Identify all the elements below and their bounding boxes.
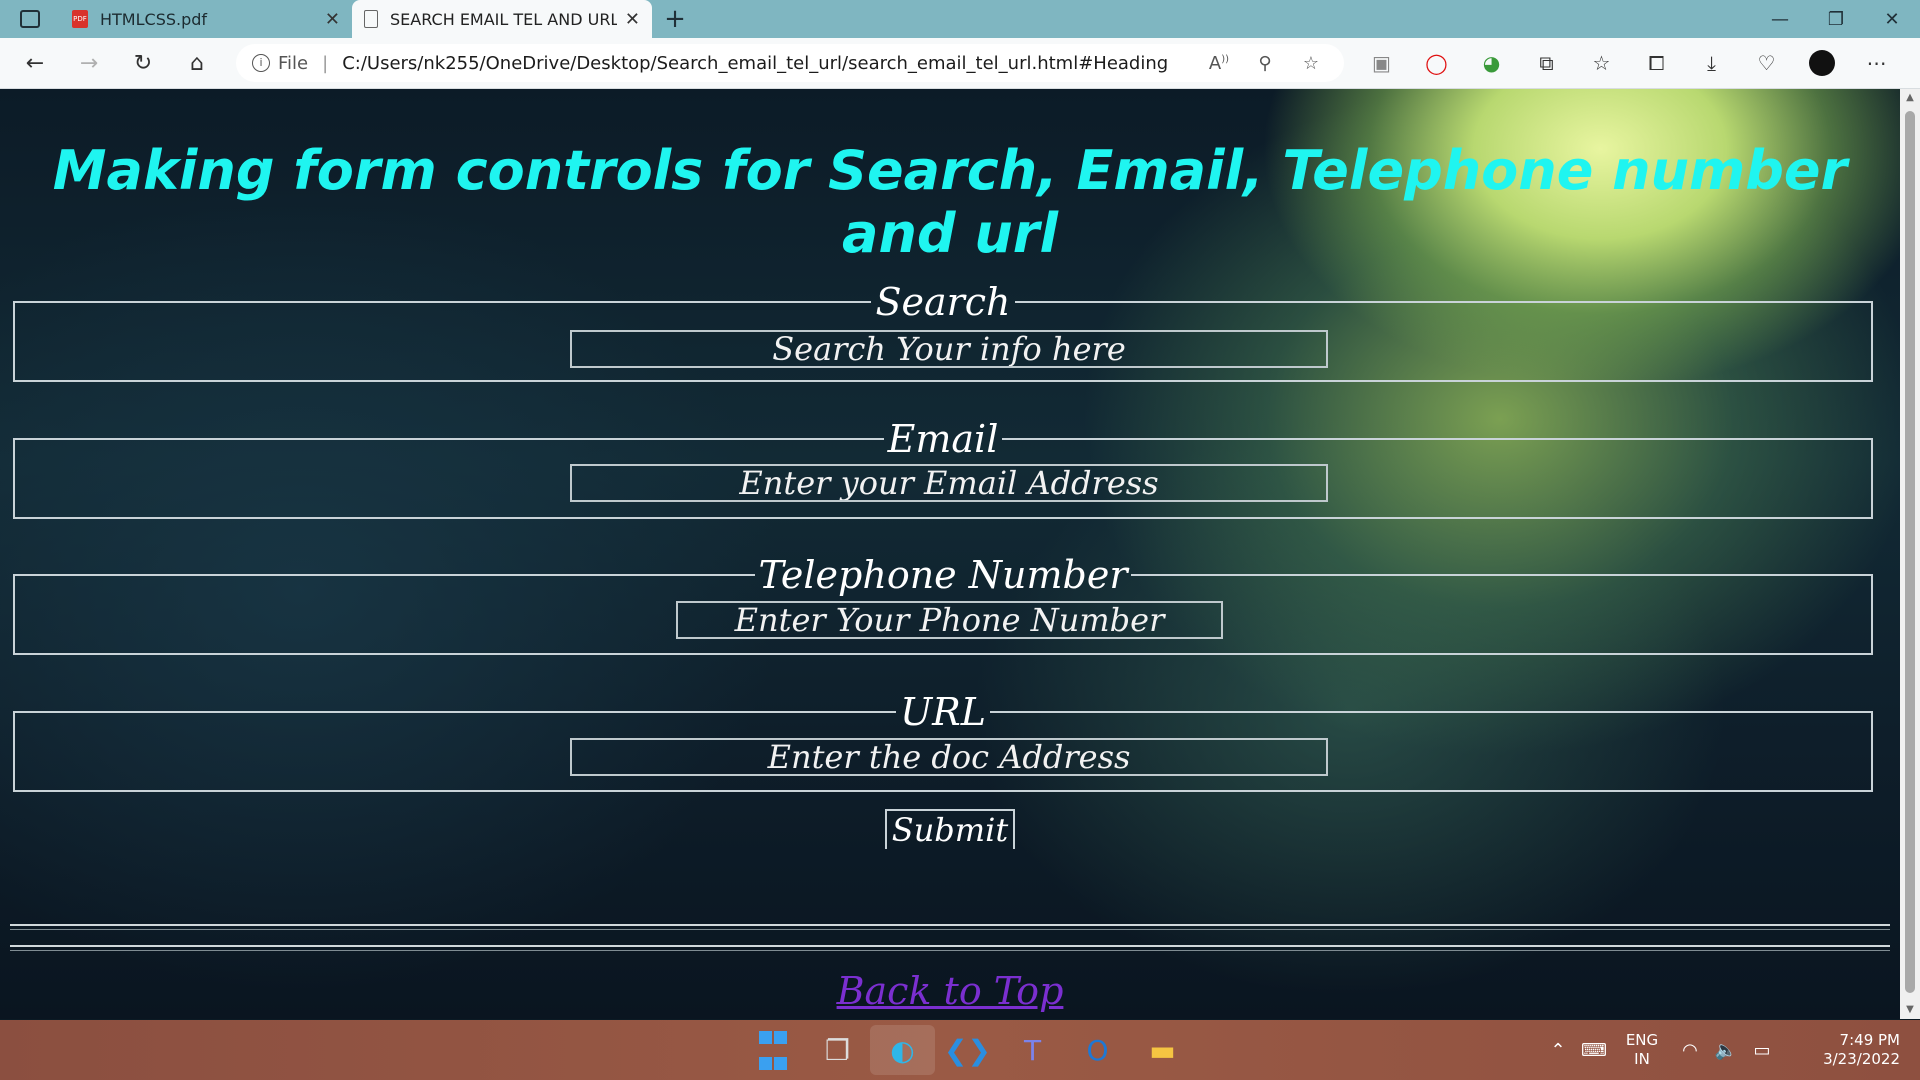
close-window-button[interactable]: ✕ bbox=[1864, 0, 1920, 38]
url-input[interactable] bbox=[570, 738, 1328, 776]
arrow-right-icon: → bbox=[79, 50, 99, 76]
submit-button[interactable]: Submit bbox=[885, 809, 1015, 849]
refresh-button[interactable]: ↻ bbox=[116, 38, 170, 88]
clock-date: 3/23/2022 bbox=[1823, 1050, 1900, 1068]
wifi-icon[interactable]: ◠ bbox=[1672, 1040, 1708, 1061]
extensions-area: ▣ ◯ ◕ ⧉ ☆ ⧠ ⤓ ♡ ⋯ bbox=[1354, 38, 1904, 88]
browser-toolbar: ← → ↻ ⌂ i File | C:/Users/nk255/OneDrive… bbox=[0, 38, 1920, 89]
close-tab-icon[interactable]: ✕ bbox=[325, 9, 340, 30]
vertical-scrollbar[interactable]: ▲ ▼ bbox=[1900, 89, 1920, 1019]
restore-button[interactable]: ❐ bbox=[1808, 0, 1864, 38]
scroll-thumb[interactable] bbox=[1905, 111, 1915, 993]
favorites-icon[interactable]: ☆ bbox=[1574, 51, 1629, 75]
horizontal-rule bbox=[10, 924, 1890, 930]
back-to-top-link[interactable]: Back to Top bbox=[0, 969, 1900, 1013]
volume-icon[interactable]: 🔈 bbox=[1708, 1040, 1744, 1061]
opera-extension-icon[interactable]: ◯ bbox=[1409, 51, 1464, 75]
tab-htmlcss-pdf[interactable]: PDF HTMLCSS.pdf ✕ bbox=[60, 0, 352, 38]
windows-start-icon[interactable] bbox=[740, 1025, 805, 1075]
file-explorer-icon[interactable]: ▬ bbox=[1130, 1025, 1195, 1075]
extensions-puzzle-icon[interactable]: ⧉ bbox=[1519, 51, 1574, 75]
tab-actions-icon bbox=[20, 10, 40, 28]
search-legend: Search bbox=[875, 280, 1011, 324]
window-controls: — ❐ ✕ bbox=[1752, 0, 1920, 38]
chevron-up-icon[interactable]: ⌃ bbox=[1540, 1040, 1576, 1061]
scroll-down-arrow-icon[interactable]: ▼ bbox=[1900, 1001, 1920, 1019]
taskbar-apps: ❐ ◐ ❮❯ T O ▬ bbox=[740, 1020, 1195, 1080]
pdf-icon: PDF bbox=[72, 10, 88, 28]
task-view-icon[interactable]: ❐ bbox=[805, 1025, 870, 1075]
tab-title: SEARCH EMAIL TEL AND URL bbox=[390, 9, 617, 29]
search-input[interactable] bbox=[570, 330, 1328, 368]
info-icon[interactable]: i bbox=[252, 54, 270, 72]
read-aloud-icon[interactable]: A)) bbox=[1196, 53, 1242, 74]
zoom-icon[interactable]: ⚲ bbox=[1242, 53, 1288, 74]
home-icon: ⌂ bbox=[190, 50, 204, 76]
battery-icon[interactable]: ▭ bbox=[1744, 1040, 1780, 1061]
scheme-label: File bbox=[278, 52, 309, 74]
keyboard-icon[interactable]: ⌨ bbox=[1576, 1040, 1612, 1061]
url-legend: URL bbox=[900, 690, 986, 734]
collections-icon[interactable]: ⧠ bbox=[1629, 51, 1684, 75]
vscode-icon[interactable]: ❮❯ bbox=[935, 1025, 1000, 1075]
new-tab-button[interactable]: + bbox=[652, 0, 698, 38]
language-indicator[interactable]: ENG IN bbox=[1612, 1031, 1672, 1069]
add-favorite-icon[interactable]: ☆ bbox=[1288, 53, 1334, 74]
plus-icon: + bbox=[664, 4, 686, 34]
close-tab-icon[interactable]: ✕ bbox=[625, 9, 640, 30]
outlook-icon[interactable]: O bbox=[1065, 1025, 1130, 1075]
browser-essentials-icon[interactable]: ♡ bbox=[1739, 51, 1794, 75]
windows-taskbar: ❐ ◐ ❮❯ T O ▬ ⌃ ⌨ ENG IN ◠ 🔈 ▭ 7:49 PM 3/… bbox=[0, 1020, 1920, 1080]
arrow-left-icon: ← bbox=[25, 50, 45, 76]
tab-title: HTMLCSS.pdf bbox=[100, 9, 208, 29]
language-region: IN bbox=[1634, 1050, 1650, 1068]
url-text[interactable]: C:/Users/nk255/OneDrive/Desktop/Search_e… bbox=[342, 53, 1168, 74]
clock[interactable]: 7:49 PM 3/23/2022 bbox=[1780, 1031, 1910, 1069]
back-button[interactable]: ← bbox=[8, 38, 62, 88]
email-legend: Email bbox=[887, 417, 999, 461]
system-tray: ⌃ ⌨ ENG IN ◠ 🔈 ▭ 7:49 PM 3/23/2022 bbox=[1540, 1020, 1920, 1080]
scroll-up-arrow-icon[interactable]: ▲ bbox=[1900, 89, 1920, 107]
edge-browser-icon[interactable]: ◐ bbox=[870, 1025, 935, 1075]
more-menu-icon[interactable]: ⋯ bbox=[1849, 51, 1904, 75]
refresh-icon: ↻ bbox=[133, 50, 153, 76]
address-bar[interactable]: i File | C:/Users/nk255/OneDrive/Desktop… bbox=[236, 44, 1344, 82]
page-viewport: Making form controls for Search, Email, … bbox=[0, 89, 1900, 1019]
address-actions: A)) ⚲ ☆ bbox=[1196, 44, 1334, 82]
clock-time: 7:49 PM bbox=[1839, 1031, 1900, 1049]
teams-icon[interactable]: T bbox=[1000, 1025, 1065, 1075]
page-heading: Making form controls for Search, Email, … bbox=[52, 139, 1848, 265]
telephone-input[interactable] bbox=[676, 601, 1223, 639]
horizontal-rule bbox=[10, 945, 1890, 951]
home-button[interactable]: ⌂ bbox=[170, 38, 224, 88]
address-divider: | bbox=[322, 52, 329, 74]
language-code: ENG bbox=[1625, 1031, 1659, 1049]
forward-button[interactable]: → bbox=[62, 38, 116, 88]
downloads-icon[interactable]: ⤓ bbox=[1684, 51, 1739, 75]
globe-extension-icon[interactable]: ◕ bbox=[1464, 51, 1519, 75]
page-icon bbox=[364, 10, 378, 28]
extension-gray-icon[interactable]: ▣ bbox=[1354, 51, 1409, 75]
tab-actions-button[interactable] bbox=[0, 0, 60, 38]
profile-avatar[interactable] bbox=[1794, 50, 1849, 77]
email-input[interactable] bbox=[570, 464, 1328, 502]
minimize-button[interactable]: — bbox=[1752, 0, 1808, 38]
telephone-legend: Telephone Number bbox=[758, 553, 1128, 597]
tab-strip: PDF HTMLCSS.pdf ✕ SEARCH EMAIL TEL AND U… bbox=[0, 0, 1920, 38]
tab-search-email-tel-url[interactable]: SEARCH EMAIL TEL AND URL ✕ bbox=[352, 0, 652, 38]
